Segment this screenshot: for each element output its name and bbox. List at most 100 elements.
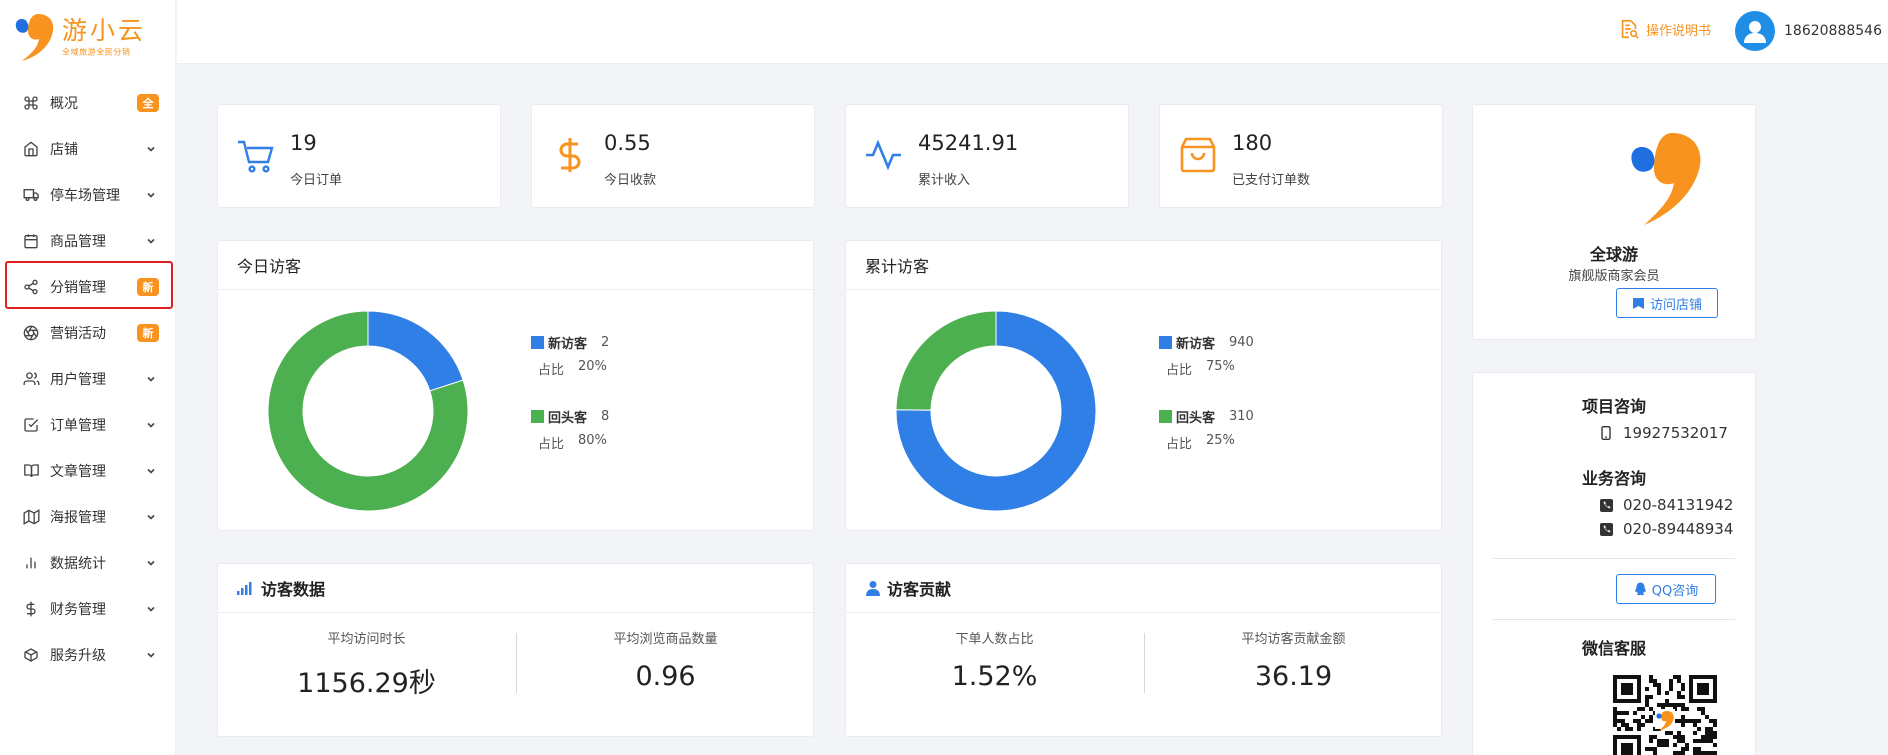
sidebar-item-marketing[interactable]: 营销活动 新	[0, 310, 176, 356]
qr-module	[1649, 735, 1653, 739]
sidebar-item-label: 店铺	[50, 142, 78, 158]
visit-store-button[interactable]: 访问店铺	[1616, 288, 1718, 318]
qq-consult-button[interactable]: QQ咨询	[1616, 574, 1716, 604]
qr-module	[1705, 751, 1709, 755]
check-square-icon	[22, 416, 40, 434]
qr-module	[1657, 739, 1661, 743]
sidebar-item-finance[interactable]: 财务管理	[0, 586, 176, 632]
brand-logo[interactable]: 游小云 全域旅游全民分销	[14, 10, 164, 64]
qr-module	[1649, 695, 1653, 699]
stat-value: 19	[290, 131, 317, 155]
metric-label: 平均访客贡献金额	[1241, 632, 1346, 647]
sidebar-item-upgrade[interactable]: 服务升级	[0, 632, 176, 678]
qr-module	[1645, 687, 1649, 691]
qr-module	[1697, 747, 1701, 751]
business-phone-number: 020-84131942	[1623, 496, 1734, 514]
sidebar-item-distribution[interactable]: 分销管理 新	[0, 264, 176, 310]
qr-finder	[1621, 683, 1633, 695]
qr-module	[1645, 703, 1649, 707]
user-menu[interactable]: 18620888546	[1735, 10, 1888, 52]
user-phone: 18620888546	[1784, 23, 1882, 39]
project-consult-title: 项目咨询	[1581, 397, 1646, 416]
user-icon	[1744, 21, 1766, 43]
sidebar-item-posters[interactable]: 海报管理	[0, 494, 176, 540]
chevron-down-icon	[147, 606, 155, 612]
qr-module	[1649, 739, 1653, 743]
qr-module	[1685, 747, 1689, 751]
qr-module	[1693, 747, 1697, 751]
status-badge: 新	[137, 278, 159, 296]
qr-module	[1669, 683, 1673, 687]
qr-module	[1681, 735, 1685, 739]
manual-link[interactable]: 操作说明书	[1618, 16, 1711, 42]
sidebar-item-label: 财务管理	[50, 602, 106, 618]
app-root: 游小云 全域旅游全民分销 概况 全 店铺 停车场管理 商品管理 分销管理 新 营…	[0, 0, 1888, 755]
qr-module	[1677, 731, 1681, 735]
qr-module	[1709, 739, 1713, 743]
qr-module	[1633, 711, 1637, 715]
sidebar-item-label: 用户管理	[50, 372, 106, 388]
qr-module	[1681, 703, 1685, 707]
qr-module	[1713, 743, 1717, 747]
panel-title: 访客数据	[218, 564, 813, 613]
status-badge: 全	[137, 94, 159, 112]
qr-module	[1641, 707, 1645, 711]
chart-legend: 新访客 2 占比 20% 回头客 8 占比 80%	[531, 333, 609, 452]
qr-module	[1709, 719, 1713, 723]
sidebar-item-articles[interactable]: 文章管理	[0, 448, 176, 494]
qr-module	[1673, 675, 1677, 679]
qr-module	[1669, 703, 1673, 707]
legend-label: 回头客	[1176, 410, 1216, 426]
qr-module	[1645, 719, 1649, 723]
sidebar-item-label: 文章管理	[50, 464, 106, 480]
legend-value: 310	[1229, 408, 1254, 424]
metric-avg-products: 平均浏览商品数量 0.96	[517, 628, 814, 692]
chevron-down-icon	[147, 146, 155, 152]
sidebar-item-label: 服务升级	[50, 648, 106, 664]
brand-logo-icon	[1631, 133, 1701, 225]
qr-finder	[1621, 743, 1633, 755]
contact-card: 项目咨询 19927532017 业务咨询 020-84131942 020-8…	[1472, 372, 1756, 755]
qr-module	[1681, 707, 1685, 711]
map-icon	[22, 508, 40, 526]
qr-module	[1709, 751, 1713, 755]
panel-title: 累计访客	[846, 241, 1441, 290]
panel-title-text: 访客贡献	[887, 580, 952, 599]
legend-label: 新访客	[1176, 336, 1216, 352]
book-open-icon	[22, 462, 40, 480]
sidebar-item-orders[interactable]: 订单管理	[0, 402, 176, 448]
qr-module	[1645, 699, 1649, 703]
metric-label: 平均浏览商品数量	[613, 632, 718, 647]
qr-module	[1701, 735, 1705, 739]
users-icon	[22, 370, 40, 388]
qr-module	[1677, 695, 1681, 699]
qr-module	[1617, 711, 1621, 715]
panel-title-text: 访客数据	[261, 580, 326, 599]
divider	[1493, 619, 1735, 620]
qr-module	[1653, 735, 1657, 739]
panel-title: 今日访客	[218, 241, 813, 290]
today-visitors-donut	[268, 311, 468, 511]
sidebar-item-users[interactable]: 用户管理	[0, 356, 176, 402]
project-phone: 19927532017	[1599, 424, 1728, 442]
chevron-down-icon	[147, 514, 155, 520]
sidebar-item-statistics[interactable]: 数据统计	[0, 540, 176, 586]
manual-label: 操作说明书	[1646, 23, 1712, 39]
qr-module	[1625, 711, 1629, 715]
sidebar-item-products[interactable]: 商品管理	[0, 218, 176, 264]
qr-module	[1673, 743, 1677, 747]
donut-slice-回头客[interactable]	[896, 311, 997, 411]
sidebar-item-parking[interactable]: 停车场管理	[0, 172, 176, 218]
ratio-value: 75%	[1206, 359, 1235, 374]
donut-slice-新访客[interactable]	[367, 311, 464, 392]
sidebar-item-store[interactable]: 店铺	[0, 126, 176, 172]
panel-title-text: 累计访客	[865, 257, 930, 276]
qr-module	[1677, 703, 1681, 707]
qr-module	[1677, 679, 1681, 683]
today-visitors-panel: 今日访客 新访客 2 占比 20% 回头客 8 占比 80%	[217, 240, 814, 531]
metric-label: 下单人数占比	[955, 632, 1034, 647]
wechat-qr-code[interactable]	[1613, 675, 1717, 755]
top-header: 操作说明书 18620888546	[177, 0, 1888, 64]
sidebar-item-overview[interactable]: 概况 全	[0, 80, 176, 126]
stat-label: 今日收款	[604, 173, 657, 188]
